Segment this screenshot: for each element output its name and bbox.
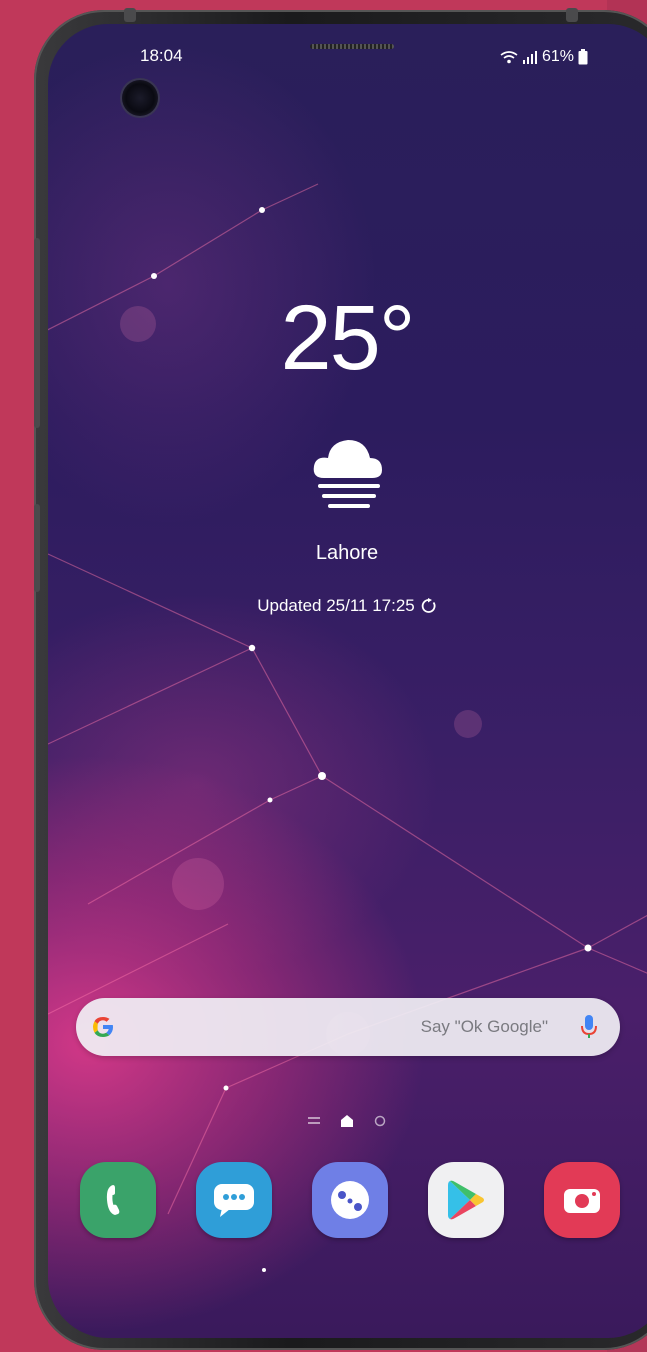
weather-city[interactable]: Lahore — [48, 542, 646, 565]
play-store-app[interactable] — [428, 1162, 504, 1238]
samsung-connect-app[interactable] — [312, 1162, 388, 1238]
cloud-fog-icon[interactable] — [310, 428, 386, 512]
bixby-button — [34, 504, 40, 592]
camera-icon — [564, 1189, 600, 1213]
signal-icon — [522, 51, 537, 64]
home-screen: 18:04 61% 25° Lahore Updated 25/11 17:25… — [48, 24, 647, 1338]
battery-percent: 61% — [541, 48, 574, 65]
page-indicator[interactable] — [48, 1114, 646, 1128]
front-camera — [122, 80, 158, 116]
messages-app[interactable] — [196, 1162, 272, 1238]
app-dock — [80, 1162, 620, 1238]
volume-button — [34, 238, 40, 428]
phone-top-edge-right — [566, 8, 578, 22]
play-store-icon — [448, 1180, 484, 1220]
phone-app[interactable] — [80, 1162, 156, 1238]
status-time: 18:04 — [140, 46, 183, 65]
weather-updated-text: Updated 25/11 17:25 — [257, 596, 415, 615]
google-g-icon — [92, 1017, 113, 1037]
refresh-icon[interactable] — [421, 598, 437, 614]
wifi-icon — [500, 51, 518, 64]
status-bar: 18:04 61% — [48, 24, 647, 74]
page-dot-icon[interactable] — [374, 1115, 386, 1127]
search-hint: Say "Ok Google" — [420, 1017, 548, 1036]
camera-app[interactable] — [544, 1162, 620, 1238]
phone-icon — [106, 1185, 120, 1215]
status-icons: 61% — [500, 48, 588, 66]
battery-icon — [578, 49, 588, 65]
weather-temperature[interactable]: 25° — [48, 286, 646, 391]
home-icon[interactable] — [340, 1114, 354, 1128]
mic-icon[interactable] — [580, 1013, 598, 1041]
message-bubble-icon — [214, 1184, 254, 1217]
google-search-bar[interactable]: Say "Ok Google" — [76, 998, 620, 1056]
weather-updated[interactable]: Updated 25/11 17:25 — [48, 596, 646, 616]
wallpaper-network — [48, 183, 647, 1272]
connect-icon — [331, 1181, 369, 1219]
menu-lines-icon[interactable] — [308, 1116, 320, 1126]
phone-top-edge — [124, 8, 136, 22]
